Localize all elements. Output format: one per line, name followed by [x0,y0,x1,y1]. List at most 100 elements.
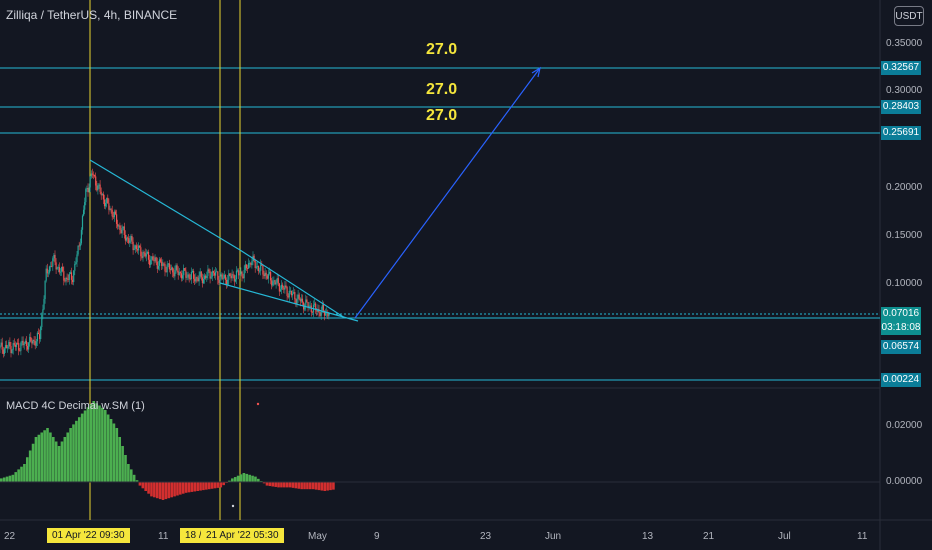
candle-body [184,268,186,271]
candle-body [103,199,106,207]
candle-body [83,209,85,216]
level-tag[interactable]: 0.00224 [881,373,921,387]
level-tag[interactable]: 0.28403 [881,100,921,114]
candle-body [231,274,233,279]
macd-bar [5,476,9,482]
time-axis-label: 11 [158,531,169,542]
candle-body [282,284,284,288]
macd-bar [34,437,38,482]
candle-body [144,252,146,257]
candle-body [113,211,115,218]
macd-bar [173,482,176,497]
candle-body [40,327,42,340]
candle-body [153,260,155,262]
chart-canvas[interactable] [0,0,932,550]
candle-body [47,272,49,274]
candle-body [62,266,64,272]
candle-body [325,312,327,316]
candle-body [34,340,36,346]
candle-body [270,271,272,281]
macd-bar [60,441,64,482]
candle-body [311,311,313,313]
macd-bar [2,477,6,482]
candle-body [57,267,59,268]
candle-body [205,275,207,279]
candle-body [314,303,316,305]
macd-bar [115,428,119,482]
candle-body [279,289,282,292]
wedge-upper-extension[interactable] [239,249,346,319]
macd-bar [326,482,329,491]
macd-bar [89,404,93,482]
candle-body [63,271,65,281]
candle-body [230,276,232,279]
candle-body [190,271,192,280]
macd-bar [309,482,312,490]
candle-body [164,264,166,272]
wedge-upper-line[interactable] [89,159,241,251]
level-tag[interactable]: 0.32567 [881,61,921,75]
macd-bar [300,482,303,490]
macd-bar [20,466,23,482]
candle-body [81,215,84,230]
candle-body [109,208,111,210]
candle-body [111,209,113,217]
candle-body [59,271,62,273]
level-tag[interactable]: 0.06574 [881,340,921,354]
candle-body [150,259,152,265]
candle-body [195,277,197,282]
macd-bar [69,428,72,482]
candle-body [177,270,179,276]
candle-body [10,346,12,354]
candle-body [296,298,298,305]
candle-body [211,271,213,277]
candle-body [151,256,153,260]
macd-bar [23,464,26,482]
candle-body [119,225,121,230]
macd-bar [101,407,104,482]
candle-body [0,342,2,346]
candle-body [94,175,96,177]
candle-body [8,341,10,347]
candle-body [68,273,70,280]
candle-body [152,256,154,261]
candle-body [79,243,81,247]
projection-arrow[interactable] [354,67,541,319]
time-axis-label: 13 [642,531,654,542]
macd-bar [51,437,55,482]
macd-bar [144,482,147,491]
candle-body [260,264,262,271]
currency-button[interactable]: USDT [894,6,924,26]
macd-bar [317,482,321,491]
indicator-title[interactable]: MACD 4C Decimal w.SM (1) [6,400,145,412]
candle-body [100,191,102,196]
countdown-tag: 03:18:08 [881,321,921,335]
macd-bar [254,476,257,482]
candle-body [218,279,220,283]
candle-body [142,252,144,258]
candle-body [28,342,30,350]
candle-body [123,226,125,235]
candle-body [87,188,89,193]
candle-body [202,279,205,284]
candle-body [61,266,63,272]
candle-body [196,277,198,279]
candle-body [18,343,20,351]
level-tag[interactable]: 0.25691 [881,126,921,140]
candle-body [180,273,183,279]
macd-bar [196,482,199,491]
macd-bar [72,424,75,482]
macd-bar [314,482,318,490]
macd-bar [283,482,286,488]
candle-body [11,349,13,354]
macd-bar [323,482,327,491]
chart-root[interactable]: Zilliqa / TetherUS, 4h, BINANCE USDT MAC… [0,0,932,550]
candle-body [272,281,274,286]
macd-bar [121,446,124,482]
candle-body [35,341,37,346]
candle-body [70,272,73,280]
macd-bar [280,482,283,488]
macd-bar [14,472,18,482]
candle-body [287,295,289,298]
candle-body [193,270,195,279]
